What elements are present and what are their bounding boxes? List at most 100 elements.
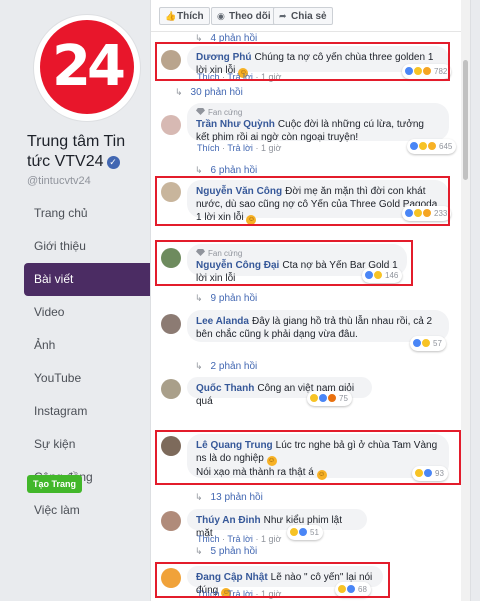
follow-button[interactable]: ◉ Theo dõi <box>211 7 277 25</box>
reply-arrow-icon: ↳ <box>195 165 203 175</box>
comment-item: Quốc Thanh Công an việt nam giỏi quá 75 <box>157 377 449 407</box>
view-replies-link[interactable]: ↳ 13 phản hồi <box>195 492 263 503</box>
fan-badge: Fan cứng <box>196 108 440 118</box>
comment-time[interactable]: 1 giờ <box>261 589 281 599</box>
logo-text: 24 <box>52 34 126 99</box>
diamond-icon <box>196 249 205 256</box>
avatar[interactable] <box>161 182 181 202</box>
comment-time[interactable]: 1 giờ <box>261 72 281 82</box>
reply-link[interactable]: Trả lời <box>227 534 253 544</box>
sidebar-item-jobs[interactable]: Việc làm <box>24 494 150 527</box>
emoji-icon: ☺ <box>246 215 257 225</box>
page-handle[interactable]: @tintucvtv24 <box>27 175 91 187</box>
reply-arrow-icon: ↳ <box>195 546 203 556</box>
sidebar-item-instagram[interactable]: Instagram <box>24 395 150 428</box>
like-comment-link[interactable]: Thích <box>197 72 220 82</box>
reaction-count[interactable]: 51 <box>287 525 323 540</box>
like-comment-link[interactable]: Thích <box>197 143 220 153</box>
fan-badge: Fan cứng <box>196 249 398 259</box>
view-replies-link[interactable]: ↳ 2 phản hồi <box>195 361 257 372</box>
create-page-button[interactable]: Tạo Trang <box>27 475 83 493</box>
page-action-bar: 👍Thích ◉ Theo dõi ➦ Chia sẻ <box>151 0 470 32</box>
comment-bubble: Fan cứng Trần Như Quỳnh Cuộc đời là những… <box>187 103 449 143</box>
avatar[interactable] <box>161 50 181 70</box>
view-replies-link[interactable]: ↳ 6 phản hồi <box>195 165 257 176</box>
comment-item: Lee Alanda Đây là giang hồ trả thù lẫn nh… <box>157 310 449 356</box>
reaction-count[interactable]: 75 <box>307 391 352 406</box>
emoji-icon: ☺ <box>266 456 277 466</box>
reaction-count[interactable]: 782 <box>402 64 452 79</box>
commenter-name[interactable]: Nguyễn Công Đại <box>196 260 279 271</box>
avatar[interactable] <box>161 379 181 399</box>
comment-actions: Thích · Trả lời · 1 giờ <box>197 72 282 82</box>
haha-reaction-icon <box>373 270 383 280</box>
comment-item: Fan cứng Trần Như Quỳnh Cuộc đời là những… <box>157 103 457 154</box>
haha-reaction-icon <box>421 338 431 348</box>
reply-link[interactable]: Trả lời <box>227 72 253 82</box>
sidebar-item-home[interactable]: Trang chủ <box>24 197 150 230</box>
view-replies-link[interactable]: ↳ 4 phản hồi <box>195 33 257 44</box>
view-replies-link[interactable]: ↳ 9 phản hồi <box>195 293 257 304</box>
commenter-name[interactable]: Trần Như Quỳnh <box>196 119 275 130</box>
sad-reaction-icon <box>422 208 432 218</box>
reply-link[interactable]: Trả lời <box>227 143 253 153</box>
sidebar-item-events[interactable]: Sự kiện <box>24 428 150 461</box>
reply-arrow-icon: ↳ <box>195 293 203 303</box>
reaction-count[interactable]: 233 <box>402 206 452 221</box>
reaction-count[interactable]: 146 <box>362 268 403 283</box>
page-logo[interactable]: 24 <box>40 20 134 114</box>
reaction-count[interactable]: 645 <box>407 139 457 154</box>
comment-text-line-2: Nói xạo mà thành ra thật á <box>196 467 314 478</box>
like-comment-link[interactable]: Thích <box>197 589 220 599</box>
view-replies-link[interactable]: ↳ 5 phản hồi <box>195 546 257 557</box>
comment-bubble: Lee Alanda Đây là giang hồ trả thù lẫn nh… <box>187 310 449 342</box>
commenter-name[interactable]: Lee Alanda <box>196 316 249 327</box>
comment-time[interactable]: 1 giờ <box>261 534 281 544</box>
commenter-name[interactable]: Đang Cập Nhật <box>196 572 268 583</box>
emoji-icon: ☺ <box>316 470 327 480</box>
avatar[interactable] <box>161 115 181 135</box>
commenter-name[interactable]: Quốc Thanh <box>196 383 254 394</box>
sidebar-item-photos[interactable]: Ảnh <box>24 329 150 362</box>
like-reaction-icon <box>298 527 308 537</box>
commenter-name[interactable]: Lê Quang Trung <box>196 440 273 451</box>
comment-item: Nguyễn Văn Công Đời mẹ ăn mặn thì đời con… <box>157 180 452 226</box>
commenter-name[interactable]: Thúy An Đinh <box>196 515 261 526</box>
avatar[interactable] <box>161 511 181 531</box>
reply-arrow-icon: ↳ <box>195 33 203 43</box>
like-comment-link[interactable]: Thích <box>197 534 220 544</box>
comment-item: Fan cứng Nguyễn Công Đại Cta nợ bà Yến Ba… <box>157 244 449 288</box>
avatar[interactable] <box>161 436 181 456</box>
comment-item: Đang Cập Nhật Lẽ nào " cô yến" lại nói đú… <box>157 566 449 600</box>
view-replies-link[interactable]: ↳ 30 phản hồi <box>175 87 243 98</box>
comment-item: Thúy An Đinh Như kiểu phim lật mặt 51 Thí… <box>157 509 449 544</box>
commenter-name[interactable]: Dương Phú <box>196 52 251 63</box>
sidebar-item-videos[interactable]: Video <box>24 296 150 329</box>
comment-feed: 👍Thích ◉ Theo dõi ➦ Chia sẻ ↳ 4 phản hồi Dư… <box>150 0 471 601</box>
scrollbar[interactable] <box>461 0 470 601</box>
sidebar-item-about[interactable]: Giới thiệu <box>24 230 150 263</box>
verified-badge-icon: ✓ <box>106 156 120 169</box>
like-reaction-icon <box>423 468 433 478</box>
comment-bubble: Lê Quang Trung Lúc trc nghe bả gì ở chùa … <box>187 434 449 480</box>
commenter-name[interactable]: Nguyễn Văn Công <box>196 186 282 197</box>
sidebar-item-posts[interactable]: Bài viết <box>24 263 150 296</box>
like-page-button[interactable]: 👍Thích <box>159 7 210 25</box>
reply-arrow-icon: ↳ <box>195 361 203 371</box>
reaction-count[interactable]: 93 <box>412 466 448 481</box>
avatar[interactable] <box>161 314 181 334</box>
avatar[interactable] <box>161 568 181 588</box>
scrollbar-thumb[interactable] <box>463 60 468 180</box>
wow-reaction-icon <box>427 141 437 151</box>
reaction-count[interactable]: 57 <box>410 336 446 351</box>
reaction-count[interactable]: 68 <box>335 582 371 597</box>
comment-actions: Thích · Trả lời · 1 giờ <box>197 143 282 153</box>
comment-item: Dương Phú Chúng ta nợ cô yến chùa three g… <box>157 46 452 82</box>
reply-link[interactable]: Trả lời <box>227 589 253 599</box>
reply-arrow-icon: ↳ <box>175 87 183 97</box>
page-title[interactable]: Trung tâm Tin tức VTV24 ✓ <box>27 132 147 172</box>
avatar[interactable] <box>161 248 181 268</box>
share-button[interactable]: ➦ Chia sẻ <box>273 7 333 25</box>
comment-time[interactable]: 1 giờ <box>261 143 281 153</box>
sidebar-item-youtube[interactable]: YouTube <box>24 362 150 395</box>
